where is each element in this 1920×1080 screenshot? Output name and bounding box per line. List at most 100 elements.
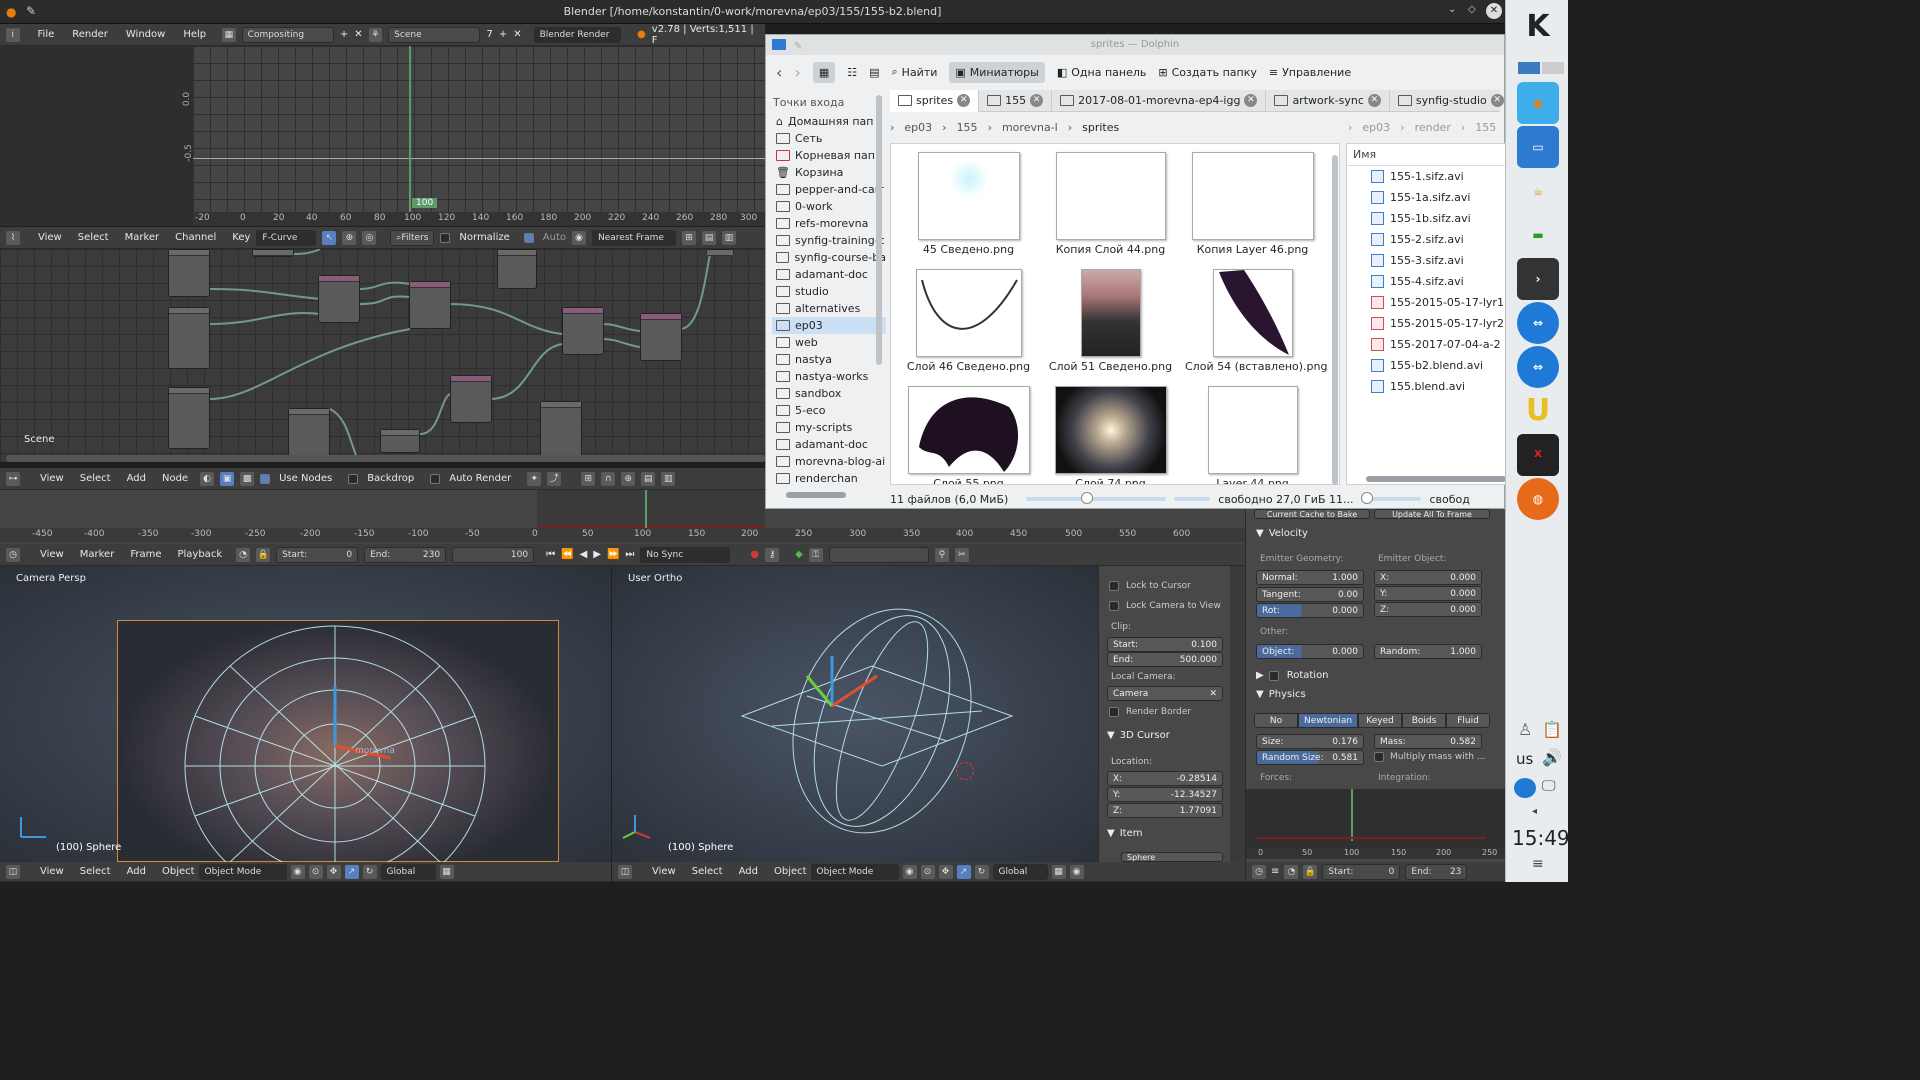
preview-range-icon[interactable]: ◔ [236, 547, 251, 562]
xterm-task-icon[interactable]: X [1517, 434, 1559, 476]
places-item[interactable]: adamant-doc [772, 266, 886, 283]
curve-grid[interactable] [193, 46, 765, 212]
emitter-x-field[interactable]: X: 0.000 [1374, 570, 1482, 585]
timeline-area-right[interactable]: 250 300 350 400 450 500 550 600 [765, 509, 1245, 546]
zoom-slider-handle[interactable] [1081, 492, 1094, 504]
close-tab-icon[interactable]: ✕ [1490, 94, 1504, 107]
timeline-editor-icon[interactable]: ◷ [1252, 864, 1266, 879]
icon-view-scrollbar[interactable] [1332, 155, 1338, 485]
wand-icon[interactable]: ✦ [527, 471, 542, 486]
control-menu-button[interactable]: ≡ Управление [1269, 66, 1351, 79]
pivot-icon[interactable]: ⊙ [308, 864, 323, 879]
file-row[interactable]: 155-1b.sifz.avi [1347, 208, 1505, 229]
pager-desktop-2[interactable] [1542, 62, 1564, 74]
places-item[interactable]: web [772, 334, 886, 351]
menu-window[interactable]: Window [126, 29, 165, 40]
close-icon[interactable]: ✕ [1486, 3, 1502, 19]
find-button[interactable]: ⌕ Найти [892, 65, 938, 79]
zoom-slider-handle[interactable] [1361, 492, 1374, 504]
hamburger-icon[interactable]: ≡ [1271, 866, 1279, 877]
thumbnail-item[interactable]: 45 Сведено.png [901, 152, 1036, 256]
places-item[interactable]: nastya-works [772, 368, 886, 385]
render-layers-node[interactable] [288, 408, 330, 462]
add-scene-icon[interactable]: + [499, 29, 507, 40]
menu-marker[interactable]: Marker [125, 232, 160, 243]
places-item[interactable]: alternatives [772, 300, 886, 317]
timeline-ruler-right[interactable]: 250 300 350 400 450 500 550 600 [765, 528, 1245, 542]
keyframe-icon[interactable]: ◆ [795, 549, 803, 560]
object-mode-select[interactable]: Object Mode [810, 863, 899, 880]
insert-key-icon[interactable]: ⚲ [934, 547, 949, 562]
teapot-task-icon[interactable]: ☕ [1517, 170, 1559, 212]
fcurve-mode-select[interactable]: F-Curve [256, 229, 317, 246]
places-item[interactable]: sandbox [772, 385, 886, 402]
physics-boids-tab[interactable]: Boids [1402, 713, 1447, 728]
details-view-button[interactable]: ▤ [869, 66, 879, 79]
menu-marker[interactable]: Marker [80, 549, 115, 560]
places-item[interactable]: morevna-blog-ai [772, 453, 886, 470]
file-row[interactable]: 155-b2.blend.avi [1347, 355, 1505, 376]
orientation-select[interactable]: Global [380, 863, 436, 880]
node-editor[interactable]: Scene [0, 249, 765, 462]
item-section[interactable]: ▼ Item [1107, 828, 1142, 839]
multiply-mass-row[interactable]: Multiply mass with ... [1374, 752, 1485, 762]
terminal-task-icon[interactable]: › [1517, 258, 1559, 300]
forward-icon[interactable]: › [794, 63, 800, 82]
timeline-area[interactable]: -450 -400 -350 -300 -250 -200 -150 -100 … [0, 490, 787, 546]
breadcrumb-item[interactable]: render [1415, 121, 1451, 134]
copy-nodes-icon[interactable]: ▤ [641, 471, 656, 486]
paste-keys-icon[interactable]: ▥ [722, 230, 736, 245]
volume-icon[interactable]: 🔊 [1542, 748, 1562, 767]
network-tray-icon[interactable]: 🖵 [1542, 778, 1556, 794]
current-frame-line[interactable] [409, 46, 411, 212]
cursor-x-field[interactable]: X: -0.28514 [1107, 771, 1223, 786]
pivot-icon[interactable]: ◉ [572, 230, 586, 245]
places-item[interactable]: my-scripts [772, 419, 886, 436]
paste-nodes-icon[interactable]: ▥ [661, 471, 676, 486]
icons-view-button[interactable]: ▦ [812, 61, 836, 83]
places-item[interactable]: refs-morevna [772, 215, 886, 232]
render-layers-node[interactable] [168, 307, 210, 369]
breadcrumb-item[interactable]: 155 [957, 121, 978, 134]
auto-render-checkbox[interactable] [430, 473, 441, 484]
snap-icon[interactable]: ⊞ [682, 230, 696, 245]
sphere-wireframe-side[interactable] [732, 596, 1032, 846]
orientation-select[interactable]: Global [992, 863, 1048, 880]
places-item[interactable]: adamant-doc [772, 436, 886, 453]
curve-editor[interactable]: 100 0.0 -0.5 -20 0 20 40 60 80 100 120 1… [0, 46, 765, 226]
render-layers-node[interactable] [380, 429, 420, 453]
record-icon[interactable]: ● [750, 549, 759, 560]
clip-start-field[interactable]: Start: 0.100 [1107, 637, 1223, 652]
manipulator-icon[interactable]: ✥ [938, 864, 953, 879]
next-key-icon[interactable]: ⏩ [607, 549, 619, 560]
velocity-section[interactable]: ▼ Velocity [1256, 528, 1308, 539]
mini-timeline[interactable] [1246, 789, 1506, 847]
magnet-icon[interactable]: ∩ [601, 471, 616, 486]
local-camera-field[interactable]: Camera ✕ [1107, 686, 1223, 701]
node-editor-icon[interactable]: ⊶ [6, 471, 20, 486]
normal-field[interactable]: Normal: 1.000 [1256, 570, 1364, 585]
blender-task-icon[interactable]: ◉ [1517, 82, 1559, 124]
close-tab-icon[interactable]: ✕ [1030, 94, 1044, 107]
sphere-wireframe[interactable] [150, 606, 520, 862]
emitter-z-field[interactable]: Z: 0.000 [1374, 602, 1482, 617]
breadcrumb-item[interactable]: ep03 [1362, 121, 1390, 134]
places-item[interactable]: pepper-and-carr [772, 181, 886, 198]
jump-start-icon[interactable]: ⏮ [546, 549, 555, 560]
lock-camera-row[interactable]: Lock Camera to View [1109, 601, 1221, 611]
tab-artwork-sync[interactable]: artwork-sync ✕ [1266, 89, 1390, 112]
texture-nodes-icon[interactable]: ▩ [240, 471, 255, 486]
tab-synfig-studio[interactable]: synfig-studio ✕ [1390, 89, 1513, 112]
menu-file[interactable]: File [38, 29, 55, 40]
lock-icon[interactable]: 🔒 [256, 547, 271, 562]
sync-mode-select[interactable]: No Sync [640, 546, 731, 563]
places-item[interactable]: 0-work [772, 198, 886, 215]
alpha-over-node[interactable] [562, 307, 604, 355]
layers-icon[interactable]: ▦ [1051, 864, 1066, 879]
pager-desktop-1[interactable] [1518, 62, 1540, 74]
use-nodes-checkbox[interactable] [260, 473, 271, 484]
alpha-over-node[interactable] [640, 313, 682, 361]
places-item-root[interactable]: Корневая папк [772, 147, 886, 164]
render-layers-node[interactable] [540, 401, 582, 462]
render-preview-icon[interactable]: ◉ [1069, 864, 1084, 879]
